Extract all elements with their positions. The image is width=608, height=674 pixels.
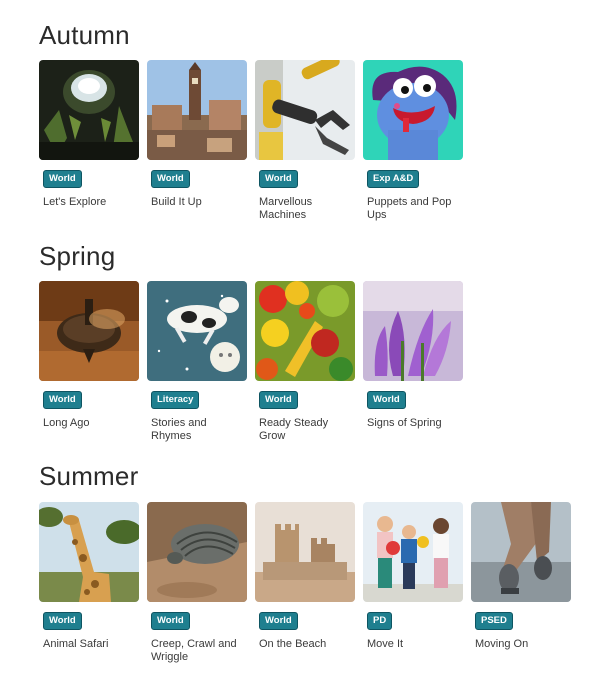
topic-card-marvellous-machines[interactable]: World Marvellous Machines	[255, 60, 355, 222]
card-title: Animal Safari	[43, 638, 109, 650]
topic-card-moving-on[interactable]: PSED Moving On	[471, 502, 571, 664]
giraffe-icon	[39, 502, 139, 602]
subject-badge: World	[259, 391, 298, 409]
autumn-card-row: World Let's Explore World Build It Up Wo…	[39, 60, 463, 222]
topic-card-on-the-beach[interactable]: World On the Beach	[255, 502, 355, 664]
card-title: On the Beach	[259, 638, 327, 650]
robot-arm-icon	[255, 60, 355, 160]
section-title-summer: Summer	[39, 461, 139, 491]
subject-badge: World	[43, 612, 82, 630]
card-title: Stories and Rhymes	[151, 417, 207, 442]
subject-badge: World	[43, 170, 82, 188]
walking-feet-icon	[471, 502, 571, 602]
subject-badge: Exp A&D	[367, 170, 420, 188]
card-title: Marvellous Machines	[259, 196, 313, 221]
card-title: Moving On	[475, 638, 529, 650]
subject-badge: PSED	[475, 612, 513, 630]
card-title: Move It	[367, 638, 404, 650]
topic-card-build-it-up[interactable]: World Build It Up	[147, 60, 247, 222]
topic-card-long-ago[interactable]: World Long Ago	[39, 281, 139, 443]
vegetables-icon	[255, 281, 355, 381]
subject-badge: PD	[367, 612, 393, 630]
topic-card-signs-of-spring[interactable]: World Signs of Spring	[363, 281, 463, 443]
puppet-icon	[363, 60, 463, 160]
card-title: Let's Explore	[43, 196, 107, 208]
subject-badge: Literacy	[151, 391, 200, 409]
card-title: Ready Steady Grow	[259, 417, 329, 442]
card-title: Long Ago	[43, 417, 90, 429]
cave-icon	[39, 60, 139, 160]
spring-card-row: World Long Ago Literacy Stories and Rhym…	[39, 281, 463, 443]
topic-card-stories-and-rhymes[interactable]: Literacy Stories and Rhymes	[147, 281, 247, 443]
cow-moon-icon	[147, 281, 247, 381]
subject-badge: World	[259, 612, 298, 630]
topic-card-animal-safari[interactable]: World Animal Safari	[39, 502, 139, 664]
topic-card-lets-explore[interactable]: World Let's Explore	[39, 60, 139, 222]
woodlouse-icon	[147, 502, 247, 602]
section-title-autumn: Autumn	[39, 20, 130, 50]
sandcastle-icon	[255, 502, 355, 602]
subject-badge: World	[259, 170, 298, 188]
town-icon	[147, 60, 247, 160]
subject-badge: World	[43, 391, 82, 409]
subject-badge: World	[367, 391, 406, 409]
subject-badge: World	[151, 612, 190, 630]
section-title-spring: Spring	[39, 241, 116, 271]
card-title: Creep, Crawl and Wriggle	[151, 638, 237, 663]
topic-card-creep-crawl-and-wriggle[interactable]: World Creep, Crawl and Wriggle	[147, 502, 247, 664]
topic-card-move-it[interactable]: PD Move It	[363, 502, 463, 664]
card-title: Build It Up	[151, 196, 202, 208]
children-icon	[363, 502, 463, 602]
card-title: Signs of Spring	[367, 417, 442, 429]
subject-badge: World	[151, 170, 190, 188]
topic-card-ready-steady-grow[interactable]: World Ready Steady Grow	[255, 281, 355, 443]
spinning-top-icon	[39, 281, 139, 381]
summer-card-row: World Animal Safari World Creep, Crawl a…	[39, 502, 571, 664]
topic-card-puppets-and-pop-ups[interactable]: Exp A&D Puppets and Pop Ups	[363, 60, 463, 222]
card-title: Puppets and Pop Ups	[367, 196, 452, 221]
crocus-icon	[363, 281, 463, 381]
